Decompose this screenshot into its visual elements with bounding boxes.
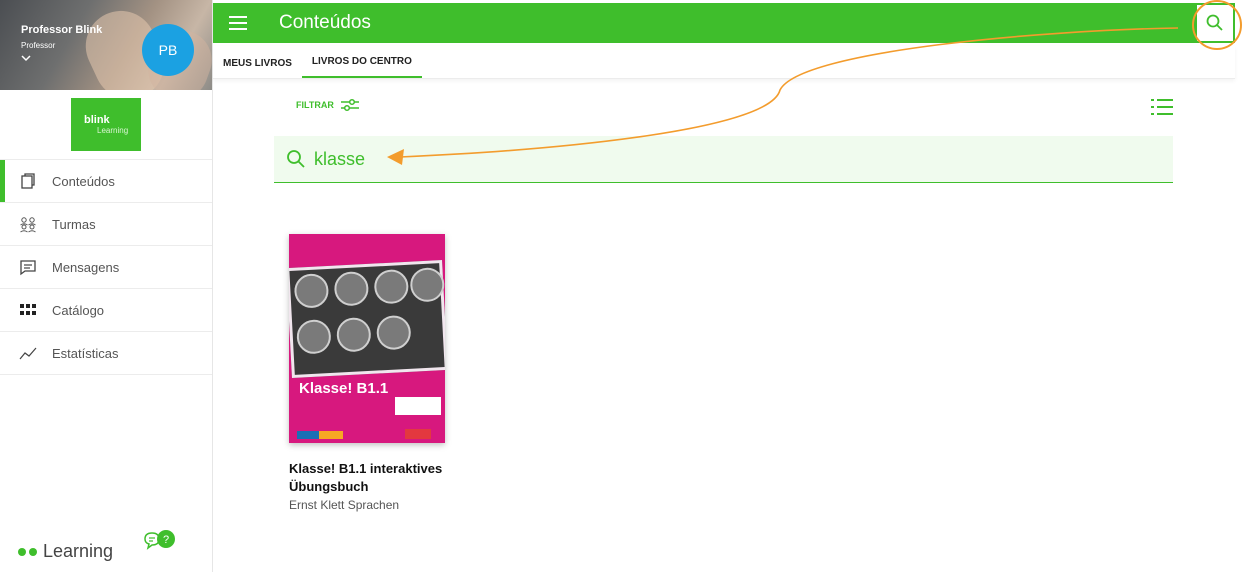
user-name: Professor Blink — [21, 24, 103, 36]
search-icon — [287, 150, 305, 168]
search-icon — [1206, 14, 1223, 31]
brand-dots-icon — [18, 547, 37, 556]
book-author: Ernst Klett Sprachen — [289, 498, 400, 512]
cover-logo-blue — [297, 431, 319, 439]
sidebar-item-estatisticas[interactable]: Estatísticas — [0, 332, 212, 375]
cover-face — [333, 270, 370, 307]
top-app-bar: Conteúdos — [213, 3, 1235, 43]
brand-logo-area: blink Learning — [0, 90, 212, 160]
group-icon — [18, 214, 38, 234]
filter-button[interactable]: FILTRAR — [296, 98, 360, 112]
sidebar-item-label: Estatísticas — [52, 345, 119, 361]
app-root: Professor Blink Professor PB blink Learn… — [0, 0, 1245, 572]
search-bar — [274, 136, 1173, 183]
sidebar: Professor Blink Professor PB blink Learn… — [0, 0, 213, 572]
cover-face — [375, 314, 412, 351]
publisher-logo — [405, 429, 431, 439]
search-input[interactable] — [314, 148, 814, 170]
filter-label: FILTRAR — [296, 100, 334, 110]
stats-icon — [18, 343, 38, 363]
sliders-icon — [340, 98, 359, 112]
tab-meus-livros[interactable]: MEUS LIVROS — [213, 48, 302, 78]
book-title[interactable]: Klasse! B1.1 interaktives Übungsbuch — [289, 460, 445, 496]
cover-face — [335, 316, 372, 353]
avatar[interactable]: PB — [142, 24, 194, 76]
cover-face — [293, 273, 330, 309]
cover-face — [409, 266, 445, 303]
cover-face — [295, 318, 332, 355]
search-button[interactable] — [1195, 3, 1235, 43]
logo-sub-text: Learning — [97, 126, 129, 135]
sidebar-item-label: Turmas — [52, 216, 96, 232]
sidebar-item-label: Conteúdos — [52, 173, 115, 189]
sidebar-item-catalogo[interactable]: Catálogo — [0, 289, 212, 332]
footer-brand: Learning — [18, 541, 113, 562]
sidebar-item-mensagens[interactable]: Mensagens — [0, 246, 212, 289]
sidebar-nav: Conteúdos Turmas Mensagens Catálogo Esta… — [0, 160, 212, 375]
chevron-down-icon[interactable] — [21, 53, 31, 63]
footer-brand-label: Learning — [43, 541, 114, 561]
hamburger-menu-icon[interactable] — [229, 16, 259, 30]
cover-qr-badge — [395, 397, 441, 415]
sidebar-item-conteudos[interactable]: Conteúdos — [0, 160, 212, 203]
svg-text:?: ? — [163, 534, 169, 546]
tab-livros-do-centro[interactable]: LIVROS DO CENTRO — [301, 48, 422, 78]
logo-main-text: blink — [84, 114, 110, 126]
list-view-icon[interactable] — [1150, 96, 1174, 118]
book-cover[interactable]: Klasse! B1.1 — [289, 234, 445, 443]
help-chat-icon[interactable]: ? — [142, 529, 178, 557]
message-icon — [18, 257, 38, 277]
user-role: Professor — [21, 41, 56, 50]
sidebar-item-turmas[interactable]: Turmas — [0, 203, 212, 246]
profile-header[interactable]: Professor Blink Professor PB — [0, 0, 212, 90]
cover-logo-orange — [319, 431, 343, 439]
cover-photo-strip — [289, 259, 445, 379]
cover-title: Klasse! B1.1 — [299, 380, 389, 397]
tab-bar: MEUS LIVROS LIVROS DO CENTRO — [213, 46, 1235, 79]
book-card[interactable]: Klasse! B1.1 Klasse! B1.1 interaktives Ü… — [289, 234, 445, 512]
sidebar-item-label: Catálogo — [52, 302, 105, 318]
page-title: Conteúdos — [279, 12, 371, 33]
book-icon — [18, 171, 38, 191]
cover-face — [373, 268, 410, 305]
grid-icon — [18, 300, 38, 320]
brand-logo: blink Learning — [71, 98, 141, 151]
sidebar-item-label: Mensagens — [52, 259, 120, 275]
